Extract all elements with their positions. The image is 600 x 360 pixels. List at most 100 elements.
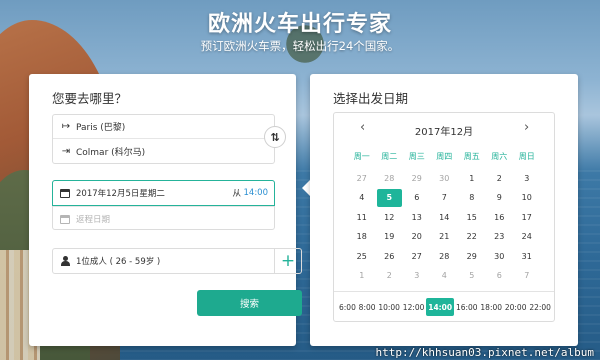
calendar-day[interactable]: 30 xyxy=(431,169,459,187)
depart-date-field[interactable]: 2017年12月5日星期二 从 14:00 xyxy=(52,180,275,206)
calendar-day[interactable]: 5 xyxy=(458,267,486,285)
calendar-day-number: 6 xyxy=(496,271,502,280)
to-station-field[interactable]: ⇥ Colmar (科尔马) xyxy=(53,139,274,163)
calendar-day[interactable]: 7 xyxy=(431,189,459,207)
calendar-day[interactable]: 23 xyxy=(486,228,514,246)
time-option[interactable]: 18:00 xyxy=(479,303,503,312)
calendar-day-number: 18 xyxy=(356,232,367,241)
calendar-day-number: 5 xyxy=(376,188,402,207)
calendar-day[interactable]: 9 xyxy=(486,189,514,207)
weekday-label: 周三 xyxy=(408,152,425,161)
calendar-day[interactable]: 11 xyxy=(348,208,376,226)
search-form-card: 您要去哪里？ ↦ Paris (巴黎) ⇥ Colmar (科尔马) ⇅ 201… xyxy=(29,74,302,346)
depart-time-value[interactable]: 14:00 xyxy=(244,188,269,198)
weekday-label: 周五 xyxy=(463,152,480,161)
next-month-icon[interactable]: › xyxy=(524,121,529,135)
calendar-day-number: 8 xyxy=(469,193,475,202)
calendar-day[interactable]: 6 xyxy=(486,267,514,285)
calendar-day-number: 26 xyxy=(384,251,395,261)
time-option[interactable]: 12:00 xyxy=(402,303,426,312)
return-date-field[interactable]: 返程日期 xyxy=(53,206,274,231)
add-passenger-button[interactable]: + xyxy=(275,248,302,274)
calendar-day-number: 25 xyxy=(356,251,367,261)
calendar-day-number: 27 xyxy=(356,173,367,183)
calendar-day[interactable]: 2 xyxy=(376,267,404,285)
calendar-day-selected[interactable]: 5 xyxy=(376,188,404,207)
person-icon xyxy=(61,256,70,266)
time-option[interactable]: 8:00 xyxy=(358,303,377,312)
calendar-day[interactable]: 15 xyxy=(458,208,486,226)
calendar-day-number: 1 xyxy=(359,271,365,280)
calendar-day-number: 23 xyxy=(494,232,505,241)
weekday-label: 周六 xyxy=(491,152,508,161)
calendar-day[interactable]: 25 xyxy=(348,247,376,265)
calendar-day[interactable]: 7 xyxy=(513,267,541,285)
calendar-day[interactable]: 3 xyxy=(403,267,431,285)
calendar-day[interactable]: 6 xyxy=(403,189,431,207)
calendar-day-number: 22 xyxy=(466,232,477,241)
time-option[interactable]: 6:00 xyxy=(338,303,357,312)
time-divider xyxy=(334,291,554,292)
calendar-day-number: 2 xyxy=(496,173,502,183)
calendar-day[interactable]: 13 xyxy=(403,208,431,226)
time-option-selected[interactable]: 14:00 xyxy=(426,298,455,316)
calendar-day[interactable]: 1 xyxy=(458,169,486,187)
calendar-day-number: 13 xyxy=(411,212,422,222)
calendar-day[interactable]: 28 xyxy=(431,247,459,265)
date-picker-card: 选择出发日期 ‹ 2017年12月 › 周一 周二 周三 周四 周五 周六 周日 27 28 2… xyxy=(310,74,578,346)
calendar-day-number: 29 xyxy=(411,173,422,183)
calendar-day[interactable]: 28 xyxy=(376,169,404,187)
calendar-day[interactable]: 17 xyxy=(513,208,541,226)
calendar-day-number: 19 xyxy=(384,232,395,241)
weekday-label: 周四 xyxy=(436,152,453,161)
calendar-day[interactable]: 29 xyxy=(458,247,486,265)
card-pointer xyxy=(302,180,310,196)
calendar-day[interactable]: 12 xyxy=(376,208,404,226)
calendar-day[interactable]: 18 xyxy=(348,228,376,246)
time-selector: 6:00 8:00 10:00 12:00 14:00 16:00 18:00 20:00 22… xyxy=(338,297,552,317)
calendar-day[interactable]: 26 xyxy=(376,247,404,265)
weekday-label: 周二 xyxy=(381,152,398,161)
time-option[interactable]: 16:00 xyxy=(455,303,479,312)
calendar-day[interactable]: 4 xyxy=(348,189,376,207)
calendar-day-number: 20 xyxy=(411,232,422,241)
calendar-day[interactable]: 14 xyxy=(431,208,459,226)
time-option[interactable]: 10:00 xyxy=(377,303,401,312)
calendar-week-row: 1 2 3 4 5 6 7 xyxy=(348,267,541,285)
calendar-day[interactable]: 20 xyxy=(403,228,431,246)
calendar-day[interactable]: 24 xyxy=(513,228,541,246)
calendar-week-row: 4 5 6 7 8 9 10 xyxy=(348,188,541,207)
calendar-day-number: 14 xyxy=(439,212,450,222)
from-station-field[interactable]: ↦ Paris (巴黎) xyxy=(53,115,274,139)
calendar-day[interactable]: 30 xyxy=(486,247,514,265)
calendar-day[interactable]: 27 xyxy=(348,169,376,187)
calendar-day[interactable]: 10 xyxy=(513,189,541,207)
calendar-day-number: 31 xyxy=(521,251,532,261)
calendar-day-number: 11 xyxy=(356,212,367,222)
calendar-day[interactable]: 1 xyxy=(348,267,376,285)
calendar-day-number: 30 xyxy=(439,173,450,183)
calendar-day-number: 9 xyxy=(496,193,502,202)
calendar-day[interactable]: 27 xyxy=(403,247,431,265)
weekday-label: 周一 xyxy=(353,152,370,161)
calendar-day[interactable]: 4 xyxy=(431,267,459,285)
search-button[interactable]: 搜索 xyxy=(197,290,302,316)
calendar-day[interactable]: 3 xyxy=(513,169,541,187)
swap-icon: ⇅ xyxy=(270,130,280,144)
calendar-day[interactable]: 19 xyxy=(376,228,404,246)
time-option[interactable]: 22:00 xyxy=(528,303,552,312)
swap-stations-button[interactable]: ⇅ xyxy=(264,126,286,148)
page-subtitle: 预订欧洲火车票，轻松出行24个国家。 xyxy=(200,39,400,53)
passenger-field[interactable]: 1位成人 ( 26 - 59岁 ) xyxy=(52,248,275,274)
calendar-day[interactable]: 2 xyxy=(486,169,514,187)
calendar-day[interactable]: 31 xyxy=(513,247,541,265)
calendar-day[interactable]: 29 xyxy=(403,169,431,187)
time-option[interactable]: 20:00 xyxy=(504,303,528,312)
calendar-day[interactable]: 22 xyxy=(458,228,486,246)
calendar-day[interactable]: 8 xyxy=(458,189,486,207)
calendar-day[interactable]: 16 xyxy=(486,208,514,226)
calendar-week-row: 18 19 20 21 22 23 24 xyxy=(348,228,541,246)
calendar-day[interactable]: 21 xyxy=(431,228,459,246)
route-inputs: ↦ Paris (巴黎) ⇥ Colmar (科尔马) xyxy=(52,114,275,164)
depart-date-value: 2017年12月5日星期二 xyxy=(76,189,165,199)
